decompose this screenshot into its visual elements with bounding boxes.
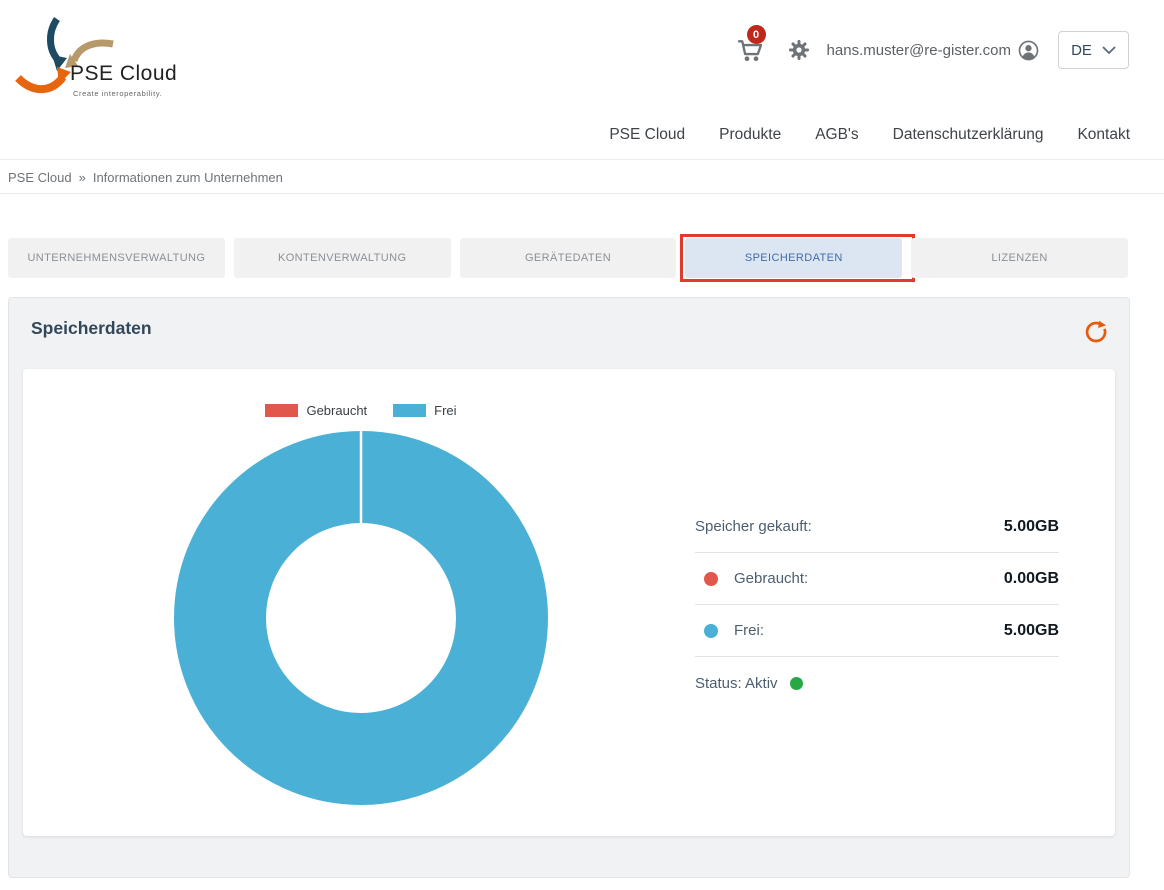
settings-button[interactable]: [787, 38, 811, 62]
gear-icon: [787, 38, 811, 62]
tab-unternehmensverwaltung[interactable]: UNTERNEHMENSVERWALTUNG: [8, 238, 225, 278]
account-button[interactable]: [1017, 39, 1040, 62]
legend-item-frei[interactable]: Frei: [393, 403, 456, 418]
header-actions: 0 hans.muster@re-gister.com: [735, 30, 1129, 70]
panel-title: Speicherdaten: [31, 318, 152, 339]
detail-label: Frei:: [734, 622, 764, 639]
tab-lizenzen[interactable]: LIZENZEN: [911, 238, 1128, 278]
brand-tagline: Create interoperability.: [73, 89, 162, 98]
nav-item-produkte[interactable]: Produkte: [719, 126, 781, 144]
detail-value: 5.00GB: [1004, 518, 1059, 536]
detail-value: 0.00GB: [1004, 570, 1059, 588]
detail-value: 5.00GB: [1004, 622, 1059, 640]
breadcrumb: PSE Cloud » Informationen zum Unternehme…: [0, 161, 1164, 194]
tab-label: LIZENZEN: [991, 252, 1047, 264]
detail-dot: [704, 624, 718, 638]
tab-label: UNTERNEHMENSVERWALTUNG: [27, 252, 205, 264]
status-active-dot: [790, 677, 803, 690]
tab-kontenverwaltung[interactable]: KONTENVERWALTUNG: [234, 238, 451, 278]
legend-label: Frei: [434, 403, 456, 418]
tab-geraetedaten[interactable]: GERÄTEDATEN: [460, 238, 677, 278]
brand-name: PSE Cloud: [70, 62, 177, 86]
pse-cloud-logo[interactable]: PSE Cloud Create interoperability.: [8, 6, 178, 106]
detail-row-speicher-gekauft: Speicher gekauft: 5.00GB: [695, 501, 1059, 553]
detail-label: Speicher gekauft:: [695, 518, 812, 535]
storage-card: Gebraucht Frei Speicher gekauft: 5.00GB: [23, 369, 1115, 836]
donut-chart: [174, 431, 548, 805]
tab-bar: UNTERNEHMENSVERWALTUNG KONTENVERWALTUNG …: [8, 238, 1128, 278]
cart-button[interactable]: 0: [735, 35, 765, 65]
status-row: Status: Aktiv: [695, 661, 1059, 705]
detail-row-gebraucht: Gebraucht: 0.00GB: [695, 553, 1059, 605]
speicherdaten-panel: Speicherdaten Gebraucht Frei: [8, 297, 1130, 878]
detail-dot: [704, 572, 718, 586]
user-email[interactable]: hans.muster@re-gister.com: [827, 42, 1011, 59]
chart-legend: Gebraucht Frei: [23, 403, 699, 418]
status-label: Status: Aktiv: [695, 675, 778, 692]
nav-item-datenschutz[interactable]: Datenschutzerklärung: [893, 126, 1044, 144]
detail-row-frei: Frei: 5.00GB: [695, 605, 1059, 657]
breadcrumb-current: Informationen zum Unternehmen: [93, 170, 283, 185]
storage-details: Speicher gekauft: 5.00GB Gebraucht: 0.00…: [695, 501, 1059, 705]
refresh-button[interactable]: [1083, 318, 1109, 344]
user-icon: [1017, 39, 1040, 62]
nav-item-kontakt[interactable]: Kontakt: [1077, 126, 1130, 144]
cart-count-badge: 0: [747, 25, 766, 44]
tab-label: GERÄTEDATEN: [525, 252, 611, 264]
legend-swatch-gebraucht: [265, 404, 298, 417]
language-selector[interactable]: DE: [1058, 31, 1129, 69]
chevron-down-icon: [1102, 46, 1116, 55]
refresh-icon: [1083, 318, 1109, 344]
detail-label: Gebraucht:: [734, 570, 808, 587]
legend-label: Gebraucht: [306, 403, 367, 418]
tab-label: KONTENVERWALTUNG: [278, 252, 406, 264]
language-selected: DE: [1071, 42, 1092, 59]
breadcrumb-separator: »: [79, 170, 86, 185]
donut-chart-area: Gebraucht Frei: [23, 369, 699, 836]
page: PSE Cloud Create interoperability. 0: [0, 0, 1164, 890]
main-nav: PSE Cloud Produkte AGB's Datenschutzerkl…: [0, 110, 1164, 160]
legend-swatch-frei: [393, 404, 426, 417]
tab-label: SPEICHERDATEN: [745, 252, 843, 264]
nav-item-pse-cloud[interactable]: PSE Cloud: [609, 126, 685, 144]
tab-speicherdaten[interactable]: SPEICHERDATEN: [685, 238, 902, 278]
legend-item-gebraucht[interactable]: Gebraucht: [265, 403, 367, 418]
nav-item-agbs[interactable]: AGB's: [815, 126, 858, 144]
breadcrumb-root[interactable]: PSE Cloud: [8, 170, 72, 185]
